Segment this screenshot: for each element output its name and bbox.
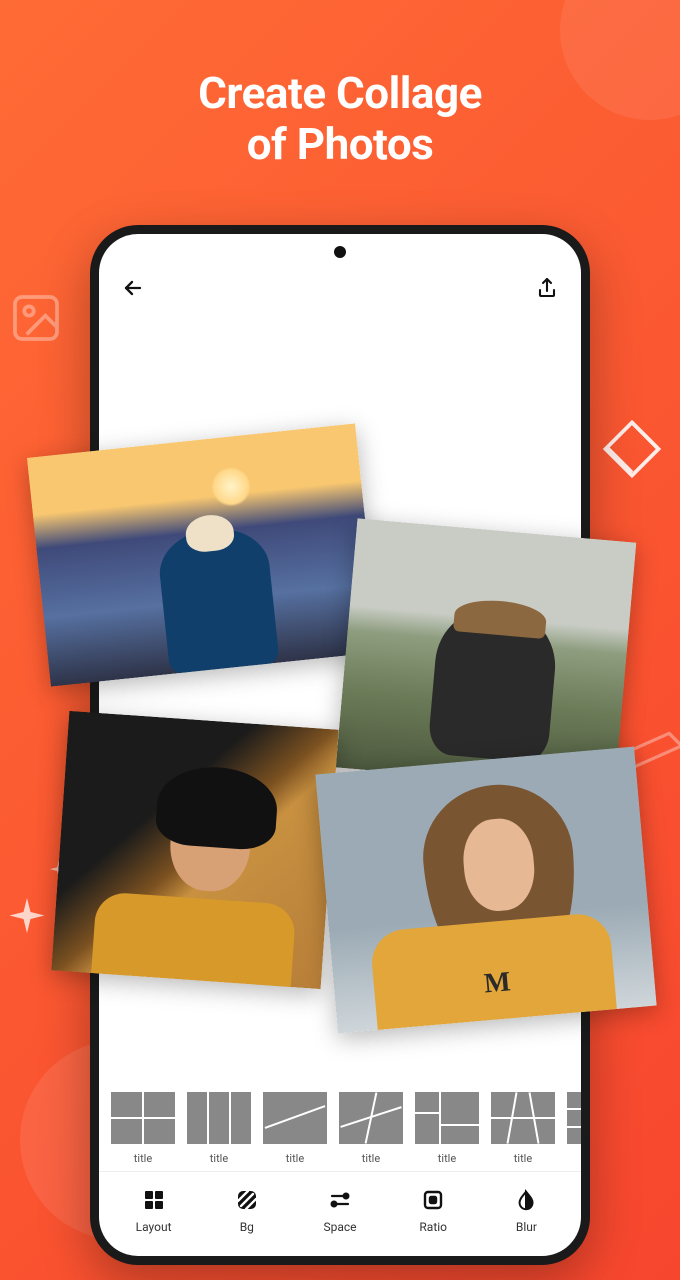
layout-thumb-icon — [263, 1092, 327, 1144]
layout-label: title — [111, 1152, 175, 1165]
sparkle-bg-icon — [6, 898, 48, 940]
tool-space[interactable]: Space — [293, 1186, 386, 1234]
layout-option-diag-4[interactable]: title — [339, 1092, 403, 1165]
layout-label: title — [415, 1152, 479, 1165]
layout-option-diag-2[interactable]: title — [263, 1092, 327, 1165]
layout-label: title — [567, 1152, 581, 1165]
tool-label: Space — [293, 1220, 386, 1234]
phone-mockup: title title title title — [90, 225, 590, 1265]
bg-icon — [235, 1188, 259, 1212]
ratio-icon — [421, 1188, 445, 1212]
layout-thumb-icon — [111, 1092, 175, 1144]
layout-option-skew-4[interactable]: title — [491, 1092, 555, 1165]
layout-thumb-icon — [415, 1092, 479, 1144]
layout-option-asym-4[interactable]: title — [415, 1092, 479, 1165]
tool-layout[interactable]: Layout — [107, 1186, 200, 1234]
tool-bg[interactable]: Bg — [200, 1186, 293, 1234]
tool-label: Ratio — [387, 1220, 480, 1234]
diamond-grid-bg-icon — [602, 420, 662, 480]
tool-label: Layout — [107, 1220, 200, 1234]
layout-thumb-icon — [491, 1092, 555, 1144]
layout-label: title — [263, 1152, 327, 1165]
back-button[interactable] — [121, 276, 145, 304]
sparkle-small-bg-icon — [48, 860, 70, 882]
layout-thumb-icon — [339, 1092, 403, 1144]
layout-option-grid-4[interactable]: title — [111, 1092, 175, 1165]
space-icon — [328, 1188, 352, 1212]
collage-canvas[interactable] — [99, 314, 581, 1076]
share-up-icon — [535, 276, 559, 300]
layout-icon — [142, 1188, 166, 1212]
layout-thumb-icon — [567, 1092, 581, 1144]
layout-thumb-icon — [187, 1092, 251, 1144]
tool-label: Blur — [480, 1220, 573, 1234]
export-button[interactable] — [535, 276, 559, 304]
headline-line-2: of Photos — [0, 119, 680, 170]
arrow-left-icon — [121, 276, 145, 300]
phone-camera-dot — [334, 246, 346, 258]
bottom-toolbar: Layout Bg Space Ratio Blur — [99, 1171, 581, 1256]
layout-option-cols-3[interactable]: title — [187, 1092, 251, 1165]
layout-ribbon[interactable]: title title title title — [99, 1076, 581, 1171]
layout-label: title — [491, 1152, 555, 1165]
layout-label: title — [339, 1152, 403, 1165]
layout-option-stack-4[interactable]: title — [567, 1092, 581, 1165]
tool-blur[interactable]: Blur — [480, 1186, 573, 1234]
tool-label: Bg — [200, 1220, 293, 1234]
layout-label: title — [187, 1152, 251, 1165]
blur-icon — [515, 1188, 537, 1212]
tool-ratio[interactable]: Ratio — [387, 1186, 480, 1234]
pencil-bg-icon — [590, 720, 680, 780]
picture-bg-icon — [8, 290, 64, 346]
